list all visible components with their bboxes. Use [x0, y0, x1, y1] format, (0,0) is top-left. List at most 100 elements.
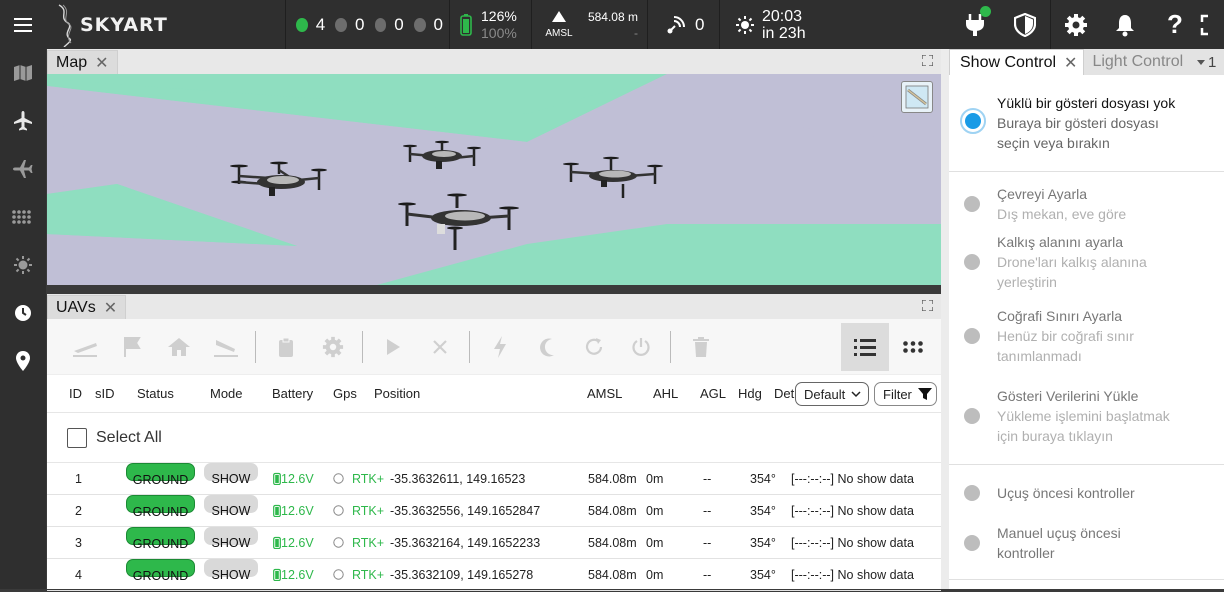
section-divider: [949, 464, 1224, 465]
col-sid[interactable]: sID: [95, 386, 115, 401]
drone-marker-3[interactable]: [397, 192, 521, 250]
safety-button[interactable]: [1000, 0, 1050, 49]
step-setup-environment[interactable]: Çevreyi Ayarla Dış mekan, eve göre: [949, 184, 1189, 224]
power-button[interactable]: [617, 327, 664, 367]
rtk-count: 0: [695, 14, 705, 34]
clipboard-button[interactable]: [262, 327, 309, 367]
land-button[interactable]: [202, 327, 249, 367]
rtk-status[interactable]: 0: [647, 0, 719, 49]
fullscreen-icon: [1200, 14, 1208, 35]
tab-show-control[interactable]: Show Control ✕: [949, 49, 1085, 75]
col-amsl[interactable]: AMSL: [587, 386, 622, 401]
uav-settings-button[interactable]: [309, 327, 356, 367]
mode-badge: SHOW: [204, 463, 258, 486]
map-layers-button[interactable]: [901, 81, 933, 113]
table-row[interactable]: 3 GROUND SHOW 12.6V RTK+ -35.3632164, 149.165…: [47, 527, 941, 559]
close-icon[interactable]: ✕: [95, 53, 108, 73]
return-home-button[interactable]: [155, 327, 202, 367]
col-mode[interactable]: Mode: [210, 386, 243, 401]
cell-amsl: 584.08m: [588, 472, 637, 486]
step-preflight-checks[interactable]: Uçuş öncesi kontroller: [949, 483, 1189, 503]
sidebar-item-map[interactable]: [0, 49, 46, 97]
tab-light-control-label: Light Control: [1092, 53, 1184, 70]
menu-icon[interactable]: [0, 0, 46, 49]
col-status[interactable]: Status: [137, 386, 174, 401]
table-row[interactable]: 4 GROUND SHOW 12.6V RTK+ -35.3632109, 149.165…: [47, 559, 941, 591]
uavs-panel: UAVs ✕ ID sID Status Mode Battery Gps Po…: [47, 294, 941, 591]
close-icon[interactable]: ✕: [104, 298, 117, 318]
step-upload-show[interactable]: Gösteri Verilerini Yükle Yükleme işlemin…: [949, 386, 1189, 446]
tab-map[interactable]: Map ✕: [47, 50, 118, 74]
sidebar-item-missions[interactable]: [0, 145, 46, 193]
clock-status[interactable]: 20:03 in 23h: [719, 0, 819, 49]
step-takeoff-area[interactable]: Kalkış alanını ayarla Drone'ları kalkış …: [949, 232, 1189, 292]
fullscreen-button[interactable]: [1200, 0, 1224, 49]
map-canvas[interactable]: [47, 74, 941, 285]
tab-uavs-label: UAVs: [56, 298, 96, 316]
expand-icon[interactable]: [922, 300, 933, 311]
battery-status[interactable]: 126% 100%: [449, 0, 531, 49]
sidebar-item-light[interactable]: [0, 241, 46, 289]
stop-button[interactable]: [416, 327, 463, 367]
tab-overflow-menu[interactable]: 1: [1196, 49, 1224, 75]
takeoff-button[interactable]: [61, 327, 108, 367]
gps-circle-icon: [333, 537, 344, 548]
drone-marker-4[interactable]: [563, 156, 663, 198]
map-view[interactable]: [47, 74, 941, 285]
sidebar-item-grid[interactable]: [0, 193, 46, 241]
cell-heading: 354°: [750, 504, 776, 518]
grid-view-button[interactable]: [889, 323, 937, 371]
reboot-button[interactable]: [570, 327, 617, 367]
delete-button[interactable]: [677, 327, 724, 367]
drone-marker-1[interactable]: [229, 160, 329, 206]
cell-ahl: 0m: [646, 472, 664, 486]
table-row[interactable]: 1 GROUND SHOW 12.6V RTK+ -35.3632611, 149.165…: [47, 463, 941, 495]
notifications-button[interactable]: [1100, 0, 1150, 49]
col-position[interactable]: Position: [374, 386, 420, 401]
select-all-row[interactable]: Select All: [47, 413, 941, 463]
col-details[interactable]: Det: [774, 386, 794, 401]
step-load-show[interactable]: Yüklü bir gösteri dosyası yok Buraya bir…: [949, 93, 1224, 153]
map-panel: Map ✕: [47, 49, 941, 285]
flash-button[interactable]: [476, 327, 523, 367]
altitude-status[interactable]: AMSL 584.08 m -: [531, 0, 647, 49]
close-icon[interactable]: ✕: [1064, 53, 1077, 73]
panel-splitter[interactable]: [941, 49, 949, 589]
section-divider: [949, 579, 1224, 580]
online-dot-icon: [296, 17, 308, 32]
play-button[interactable]: [369, 327, 416, 367]
settings-button[interactable]: [1050, 0, 1100, 49]
uav-status-counts[interactable]: 4 0 0 0: [285, 0, 449, 49]
sidebar-item-uavs[interactable]: [0, 97, 46, 145]
flag-button[interactable]: [108, 327, 155, 367]
sidebar-item-clock[interactable]: [0, 289, 46, 337]
expand-icon[interactable]: [922, 55, 933, 66]
cell-agl: --: [703, 472, 712, 486]
table-row[interactable]: 2 GROUND SHOW 12.6V RTK+ -35.3632556, 149.165…: [47, 495, 941, 527]
toolbar-divider: [362, 330, 363, 363]
col-agl[interactable]: AGL: [700, 386, 726, 401]
step-manual-preflight[interactable]: Manuel uçuş öncesi kontroller: [949, 523, 1189, 563]
col-id[interactable]: ID: [69, 386, 82, 401]
left-sidebar: [0, 49, 46, 589]
plug-connection-button[interactable]: [950, 0, 1000, 49]
grid-dots-icon: [903, 341, 923, 353]
col-battery[interactable]: Battery: [272, 386, 313, 401]
view-preset-select[interactable]: Default: [795, 382, 869, 406]
col-hdg[interactable]: Hdg: [738, 386, 762, 401]
select-all-checkbox[interactable]: [67, 427, 87, 448]
sidebar-item-location[interactable]: [0, 337, 46, 385]
col-ahl[interactable]: AHL: [653, 386, 678, 401]
cell-id: 2: [75, 504, 82, 518]
drone-marker-2[interactable]: [402, 138, 482, 176]
sleep-button[interactable]: [523, 327, 570, 367]
step-geofence[interactable]: Coğrafi Sınırı Ayarla Henüz bir coğrafi …: [949, 306, 1189, 366]
tab-light-control[interactable]: Light Control: [1084, 49, 1192, 75]
col-gps[interactable]: Gps: [333, 386, 357, 401]
help-button[interactable]: ?: [1150, 0, 1200, 49]
filter-button[interactable]: Filter: [874, 382, 937, 406]
tab-uavs[interactable]: UAVs ✕: [47, 295, 127, 319]
count-offline: 0: [433, 14, 443, 34]
list-view-button[interactable]: [841, 323, 889, 371]
status-badge: GROUND: [126, 527, 195, 551]
